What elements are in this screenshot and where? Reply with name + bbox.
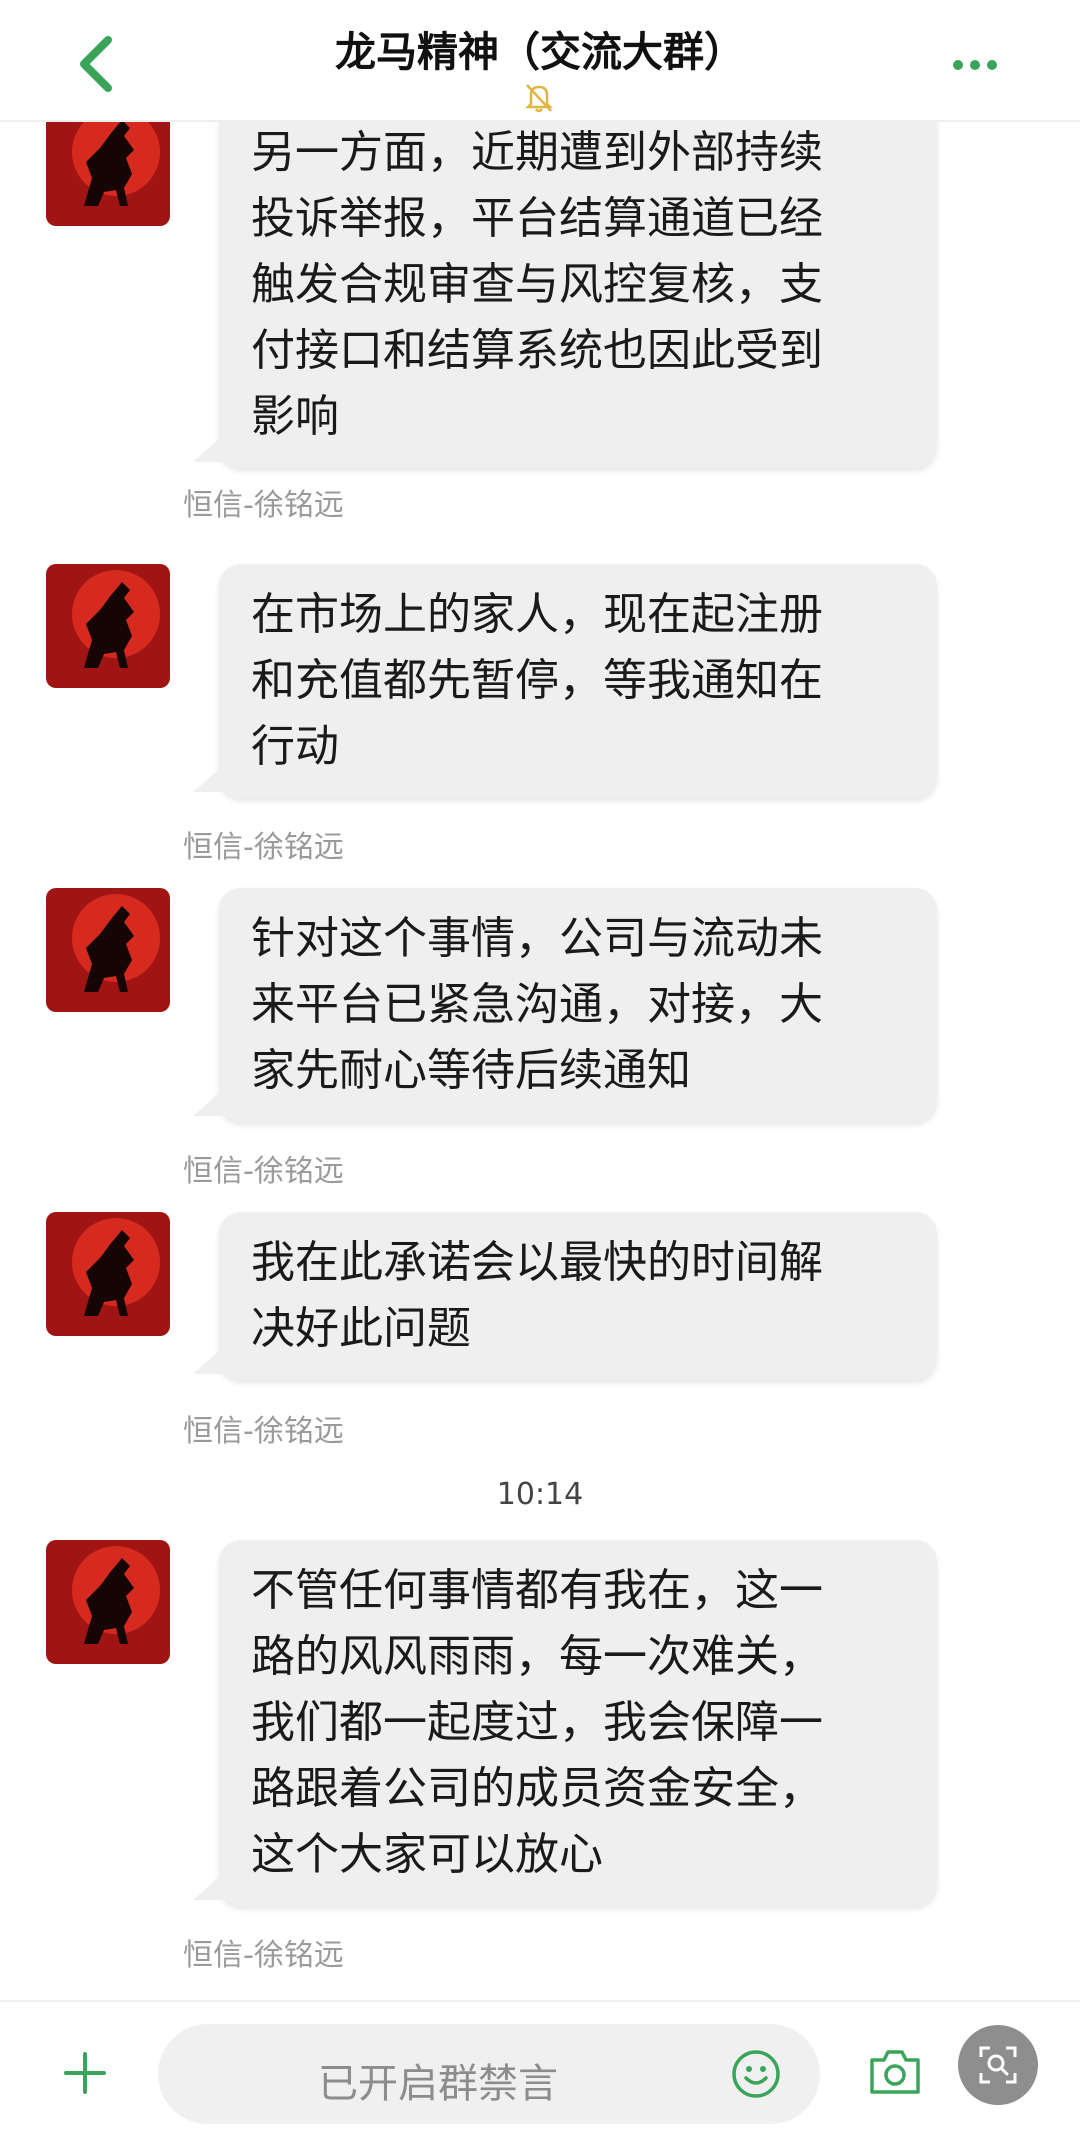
- sender-name: 恒信-徐铭远: [183, 1414, 344, 1449]
- message-line: 家先耐心等待后续通知: [251, 1045, 691, 1096]
- avatar[interactable]: [46, 1540, 170, 1664]
- avatar[interactable]: [46, 1212, 170, 1336]
- message-line: 我们都一起度过，我会保障一: [251, 1697, 823, 1748]
- chat-header: 龙马精神（交流大群）: [0, 0, 1080, 122]
- message-line: 针对这个事情，公司与流动未: [251, 913, 823, 964]
- mute-placeholder: 已开启群禁言: [318, 2061, 558, 2107]
- smiley-icon[interactable]: [730, 2048, 782, 2100]
- message-line: 来平台已紧急沟通，对接，大: [251, 979, 823, 1030]
- message-line: 另一方面，近期遭到外部持续: [251, 127, 823, 178]
- avatar[interactable]: [46, 564, 170, 688]
- search-scan-icon: [979, 2046, 1017, 2084]
- message-line: 路跟着公司的成员资金安全，: [251, 1763, 823, 1814]
- message-line: 路的风风雨雨，每一次难关，: [251, 1631, 823, 1682]
- message-line: 付接口和结算系统也因此受到: [251, 325, 823, 376]
- message-bubble[interactable]: 我在此承诺会以最快的时间解 决好此问题: [219, 1212, 937, 1380]
- message-line: 决好此问题: [251, 1303, 471, 1354]
- message-bubble[interactable]: 针对这个事情，公司与流动未 来平台已紧急沟通，对接，大 家先耐心等待后续通知: [219, 888, 937, 1122]
- message-line: 和充值都先暂停，等我通知在: [251, 655, 823, 706]
- sender-name: 恒信-徐铭远: [183, 830, 344, 865]
- chat-title[interactable]: 龙马精神（交流大群）: [0, 18, 1080, 78]
- message-line: 在市场上的家人，现在起注册: [251, 589, 823, 640]
- message-bubble[interactable]: 另一方面，近期遭到外部持续 投诉举报，平台结算通道已经 触发合规审查与风控复核，…: [219, 122, 937, 468]
- message-bubble[interactable]: 在市场上的家人，现在起注册 和充值都先暂停，等我通知在 行动: [219, 564, 937, 798]
- avatar[interactable]: [46, 122, 170, 226]
- camera-icon[interactable]: [866, 2042, 924, 2100]
- sender-name: 恒信-徐铭远: [183, 1938, 344, 1973]
- bell-off-icon: [524, 84, 554, 113]
- time-separator: 10:14: [496, 1477, 584, 1512]
- message-line: 我在此承诺会以最快的时间解: [251, 1237, 823, 1288]
- message-line: 投诉举报，平台结算通道已经: [251, 193, 823, 244]
- message-line: 触发合规审查与风控复核，支: [251, 259, 823, 310]
- muted-input-field[interactable]: 已开启群禁言: [158, 2024, 820, 2124]
- message-line: 行动: [251, 721, 339, 772]
- message-list[interactable]: 另一方面，近期遭到外部持续 投诉举报，平台结算通道已经 触发合规审查与风控复核，…: [0, 122, 1080, 2000]
- more-options-icon[interactable]: [950, 55, 1000, 75]
- plus-icon[interactable]: [62, 2050, 108, 2096]
- message-line: 不管任何事情都有我在，这一: [251, 1565, 823, 1616]
- sender-name: 恒信-徐铭远: [183, 488, 344, 523]
- message-bubble[interactable]: 不管任何事情都有我在，这一 路的风风雨雨，每一次难关， 我们都一起度过，我会保障…: [219, 1540, 937, 1906]
- message-line: 这个大家可以放心: [251, 1829, 603, 1880]
- sender-name: 恒信-徐铭远: [183, 1154, 344, 1189]
- scan-button[interactable]: [958, 2025, 1038, 2105]
- message-line: 影响: [251, 391, 339, 442]
- avatar[interactable]: [46, 888, 170, 1012]
- input-bar: 已开启群禁言: [0, 2000, 1080, 2143]
